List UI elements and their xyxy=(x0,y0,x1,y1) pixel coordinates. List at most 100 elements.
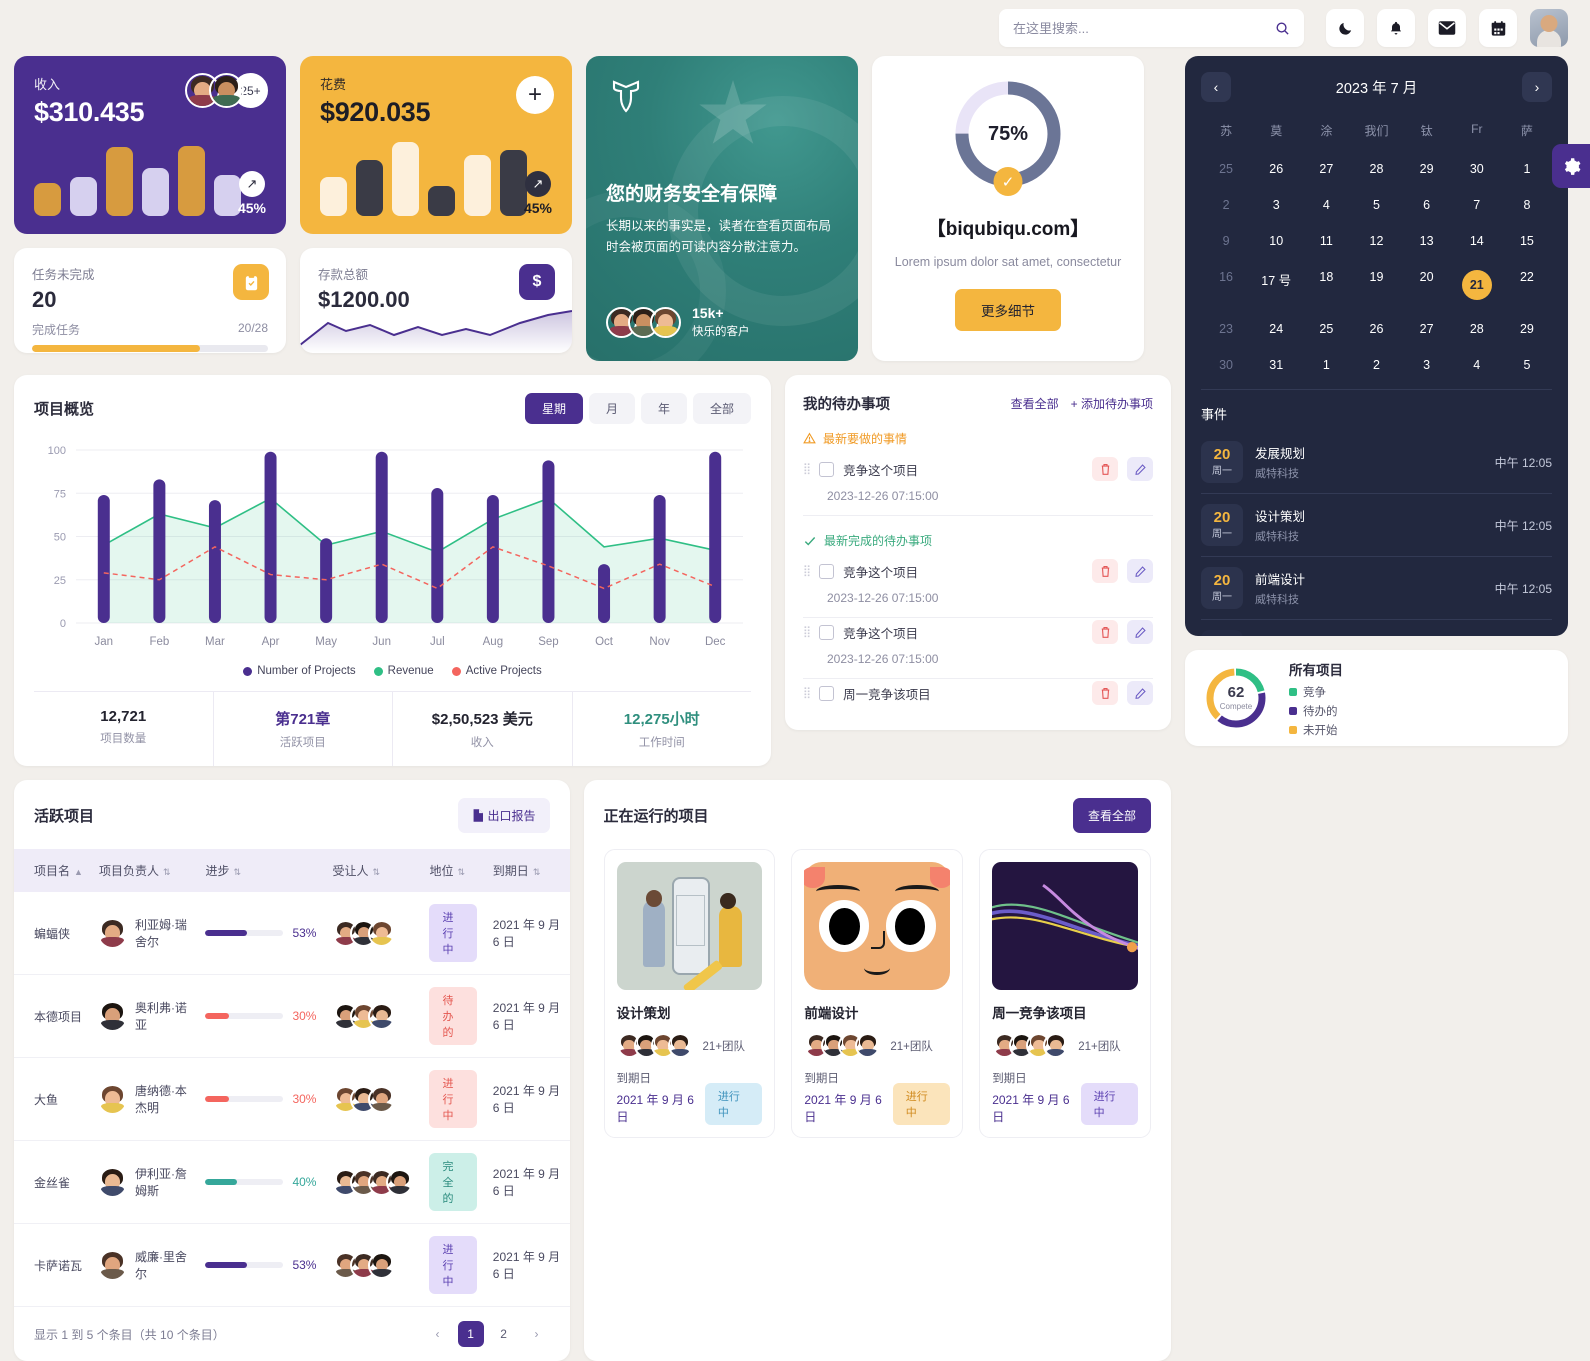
table-row[interactable]: 蝙蝠侠利亚姆·瑞舍尔53%进行中2021 年 9 月 6 日 xyxy=(14,892,570,975)
calendar-day[interactable]: 7 xyxy=(1452,189,1502,221)
todo-checkbox[interactable] xyxy=(819,686,834,701)
calendar-day[interactable]: 27 xyxy=(1402,313,1452,345)
delete-todo-button[interactable] xyxy=(1092,559,1118,583)
edit-todo-button[interactable] xyxy=(1127,457,1153,481)
calendar-day[interactable]: 3 xyxy=(1402,349,1452,381)
pagination-page-1[interactable]: 1 xyxy=(458,1321,484,1347)
project-card[interactable]: 设计策划21+团队到期日2021 年 9 月 6 日进行中 xyxy=(604,849,776,1138)
calendar-day[interactable]: 21 xyxy=(1452,261,1502,309)
search-icon[interactable] xyxy=(1275,21,1290,36)
calendar-day[interactable]: 16 xyxy=(1201,261,1251,309)
todo-checkbox[interactable] xyxy=(819,625,834,640)
delete-todo-button[interactable] xyxy=(1092,457,1118,481)
user-avatar[interactable] xyxy=(1530,9,1568,47)
project-card[interactable]: 前端设计21+团队到期日2021 年 9 月 6 日进行中 xyxy=(791,849,963,1138)
calendar-day[interactable]: 24 xyxy=(1251,313,1301,345)
todo-view-all-link[interactable]: 查看全部 xyxy=(1011,395,1059,412)
delete-todo-button[interactable] xyxy=(1092,681,1118,705)
more-details-button[interactable]: 更多细节 xyxy=(955,289,1061,331)
calendar-day[interactable]: 14 xyxy=(1452,225,1502,257)
calendar-day[interactable]: 1 xyxy=(1502,153,1552,185)
calendar-prev-button[interactable]: ‹ xyxy=(1201,72,1231,102)
calendar-day[interactable]: 26 xyxy=(1351,313,1401,345)
calendar-day[interactable]: 22 xyxy=(1502,261,1552,309)
table-col-3[interactable]: 受让人⇅ xyxy=(324,849,421,892)
calendar-day[interactable]: 29 xyxy=(1502,313,1552,345)
calendar-day[interactable]: 13 xyxy=(1402,225,1452,257)
calendar-day[interactable]: 6 xyxy=(1402,189,1452,221)
calendar-day[interactable]: 12 xyxy=(1351,225,1401,257)
event-item[interactable]: 20周一软件规划威特科技中午 12:05 xyxy=(1201,620,1552,636)
calendar-day[interactable]: 5 xyxy=(1502,349,1552,381)
calendar-day[interactable]: 18 xyxy=(1301,261,1351,309)
pagination-prev[interactable]: ‹ xyxy=(425,1321,451,1347)
calendar-day[interactable]: 30 xyxy=(1201,349,1251,381)
calendar-day[interactable]: 2 xyxy=(1351,349,1401,381)
drag-handle-icon[interactable]: ⣿ xyxy=(803,689,810,698)
calendar-day[interactable]: 26 xyxy=(1251,153,1301,185)
mail-button[interactable] xyxy=(1428,9,1466,47)
calendar-day[interactable]: 10 xyxy=(1251,225,1301,257)
edit-todo-button[interactable] xyxy=(1127,620,1153,644)
calendar-day[interactable]: 17 号 xyxy=(1251,261,1301,309)
edit-todo-button[interactable] xyxy=(1127,559,1153,583)
table-col-2[interactable]: 进步⇅ xyxy=(197,849,324,892)
event-item[interactable]: 20周一发展规划威特科技中午 12:05 xyxy=(1201,431,1552,494)
calendar-day[interactable]: 28 xyxy=(1351,153,1401,185)
pagination-next[interactable]: › xyxy=(524,1321,550,1347)
todo-checkbox[interactable] xyxy=(819,462,834,477)
event-item[interactable]: 20周一前端设计威特科技中午 12:05 xyxy=(1201,557,1552,620)
delete-todo-button[interactable] xyxy=(1092,620,1118,644)
table-row[interactable]: 金丝雀伊利亚·詹姆斯40%完全的2021 年 9 月 6 日 xyxy=(14,1141,570,1224)
edit-todo-button[interactable] xyxy=(1127,681,1153,705)
calendar-day[interactable]: 29 xyxy=(1402,153,1452,185)
todo-add-link[interactable]: + 添加待办事项 xyxy=(1071,395,1153,412)
revenue-avatars[interactable]: 25+ xyxy=(185,73,268,108)
table-col-0[interactable]: 项目名▲ xyxy=(14,849,91,892)
drag-handle-icon[interactable]: ⣿ xyxy=(803,628,810,637)
calendar-day[interactable]: 5 xyxy=(1351,189,1401,221)
pagination-page-2[interactable]: 2 xyxy=(491,1321,517,1347)
chart-tab-0[interactable]: 星期 xyxy=(525,393,583,424)
calendar-day[interactable]: 25 xyxy=(1201,153,1251,185)
calendar-day[interactable]: 27 xyxy=(1301,153,1351,185)
calendar-day[interactable]: 3 xyxy=(1251,189,1301,221)
chart-tab-1[interactable]: 月 xyxy=(589,393,635,424)
calendar-day[interactable]: 15 xyxy=(1502,225,1552,257)
calendar-day[interactable]: 9 xyxy=(1201,225,1251,257)
calendar-day[interactable]: 30 xyxy=(1452,153,1502,185)
calendar-day[interactable]: 11 xyxy=(1301,225,1351,257)
add-expense-button[interactable]: + xyxy=(516,76,554,114)
todo-checkbox[interactable] xyxy=(819,564,834,579)
calendar-day[interactable]: 20 xyxy=(1402,261,1452,309)
calendar-day[interactable]: 1 xyxy=(1301,349,1351,381)
dark-mode-toggle[interactable] xyxy=(1326,9,1364,47)
calendar-day[interactable]: 23 xyxy=(1201,313,1251,345)
calendar-day[interactable]: 4 xyxy=(1301,189,1351,221)
event-item[interactable]: 20周一设计策划威特科技中午 12:05 xyxy=(1201,494,1552,557)
settings-gear-tab[interactable] xyxy=(1552,144,1590,188)
table-row[interactable]: 本德项目奥利弗·诺亚30%待办的2021 年 9 月 6 日 xyxy=(14,975,570,1058)
export-report-button[interactable]: 出口报告 xyxy=(458,798,550,833)
calendar-day[interactable]: 2 xyxy=(1201,189,1251,221)
calendar-day[interactable]: 31 xyxy=(1251,349,1301,381)
project-card[interactable]: 周一竞争该项目21+团队到期日2021 年 9 月 6 日进行中 xyxy=(979,849,1151,1138)
running-view-all-button[interactable]: 查看全部 xyxy=(1073,798,1151,833)
chart-tab-2[interactable]: 年 xyxy=(641,393,687,424)
chart-tab-3[interactable]: 全部 xyxy=(693,393,751,424)
calendar-day[interactable]: 19 xyxy=(1351,261,1401,309)
notifications-button[interactable] xyxy=(1377,9,1415,47)
calendar-next-button[interactable]: › xyxy=(1522,72,1552,102)
search-input[interactable] xyxy=(1013,21,1267,36)
table-col-5[interactable]: 到期日⇅ xyxy=(485,849,570,892)
calendar-day[interactable]: 28 xyxy=(1452,313,1502,345)
table-row[interactable]: 大鱼唐纳德·本杰明30%进行中2021 年 9 月 6 日 xyxy=(14,1058,570,1141)
calendar-button[interactable] xyxy=(1479,9,1517,47)
drag-handle-icon[interactable]: ⣿ xyxy=(803,567,810,576)
calendar-day[interactable]: 25 xyxy=(1301,313,1351,345)
calendar-day[interactable]: 8 xyxy=(1502,189,1552,221)
search-box[interactable] xyxy=(999,9,1304,47)
table-col-1[interactable]: 项目负责人⇅ xyxy=(91,849,198,892)
drag-handle-icon[interactable]: ⣿ xyxy=(803,465,810,474)
table-col-4[interactable]: 地位⇅ xyxy=(421,849,484,892)
